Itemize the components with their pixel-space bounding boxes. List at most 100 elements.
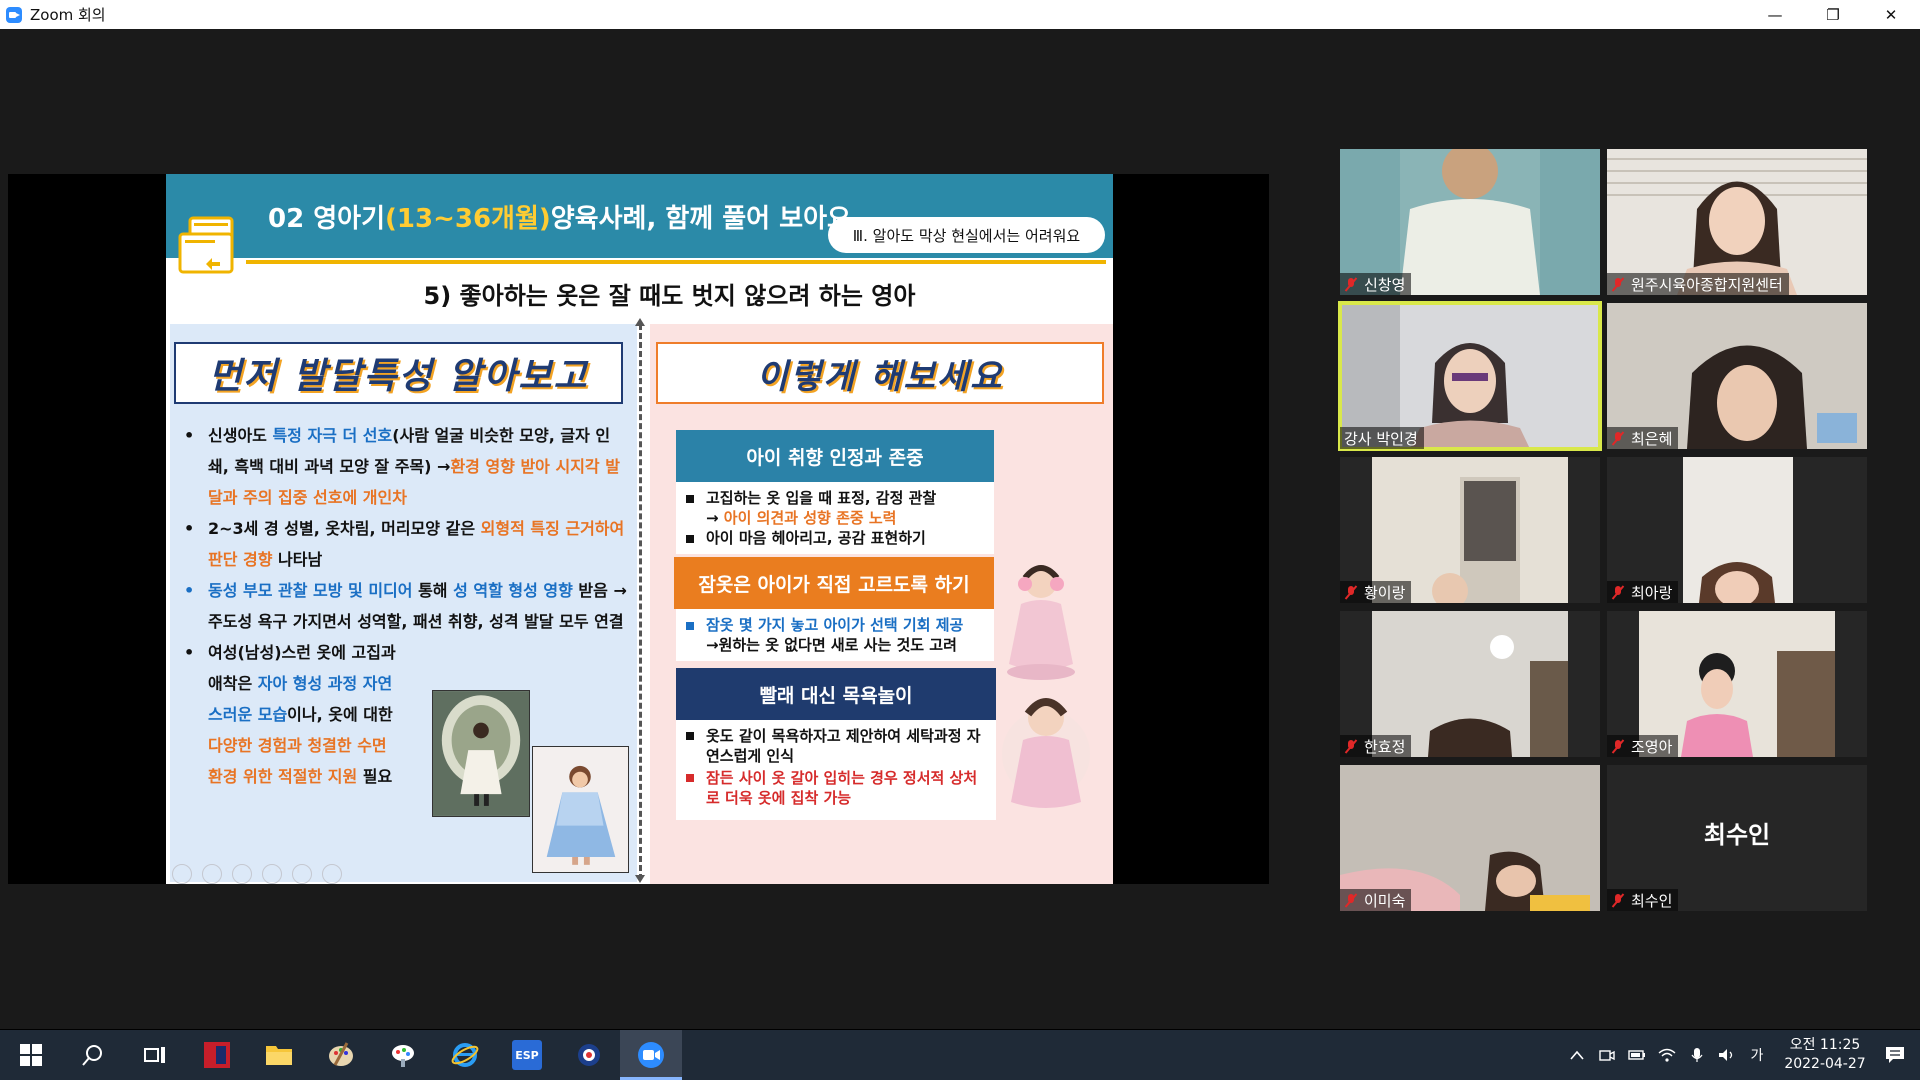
bullet-item: 2~3세 경 성별, 옷차림, 머리모양 같은 외형적 특징 근거하여 판단 경… (180, 513, 630, 575)
taskbar-internet-explorer[interactable] (434, 1030, 496, 1080)
zoom-app-icon (6, 6, 22, 23)
box1-title: 아이 취향 인정과 존중 (676, 430, 994, 482)
participant-name: 최수인 (1607, 889, 1679, 911)
bullet-item: 신생아도 특정 자극 더 선호(사람 얼굴 비슷한 모양, 글자 인쇄, 흑백 … (180, 420, 630, 513)
development-bullets: 신생아도 특정 자극 더 선호(사람 얼굴 비슷한 모양, 글자 인쇄, 흑백 … (180, 420, 630, 792)
clock-date: 2022-04-27 (1784, 1056, 1866, 1072)
participant-name: 신창영 (1340, 273, 1412, 295)
bullet-item: 여성(남성)스런 옷에 고집과 애착은 자아 형성 과정 자연스러운 모습이나,… (180, 637, 400, 792)
wifi-icon[interactable] (1655, 1030, 1679, 1080)
box3-body: 옷도 같이 목욕하자고 제안하여 세탁과정 자연스럽게 인식 잠든 사이 옷 갈… (676, 720, 996, 820)
participant-tile[interactable]: 황이랑 (1340, 457, 1600, 603)
panel-divider (639, 324, 642, 880)
system-tray: 가 오전 11:25 2022-04-27 (1562, 1030, 1920, 1080)
slide-toolbar (172, 864, 342, 884)
shared-slide: 02 영아기(13~36개월)양육사례, 함께 풀어 보아요 Ⅲ. 알아도 막상… (166, 174, 1113, 884)
zoom-slide-icon[interactable] (292, 864, 312, 884)
slides-grid-icon[interactable] (262, 864, 282, 884)
toddler-headphones-illustration (1007, 565, 1075, 680)
participant-name: 황이랑 (1340, 581, 1412, 603)
participant-name: 최아랑 (1607, 581, 1679, 603)
minimize-button[interactable]: — (1746, 0, 1804, 29)
taskbar-file-explorer[interactable] (248, 1030, 310, 1080)
participant-tile[interactable]: 한효정 (1340, 611, 1600, 757)
mic-muted-icon (1611, 585, 1625, 599)
volume-icon[interactable] (1715, 1030, 1739, 1080)
participant-tile[interactable]: 조영아 (1607, 611, 1867, 757)
notification-icon (1886, 1047, 1904, 1063)
mic-muted-icon (1344, 277, 1358, 291)
section-pill: Ⅲ. 알아도 막상 현실에서는 어려워요 (828, 217, 1105, 253)
taskbar-paint3d[interactable] (372, 1030, 434, 1080)
header-divider (246, 260, 1106, 264)
child-dress-photo (432, 690, 530, 817)
taskbar-esp[interactable]: ESP (496, 1030, 558, 1080)
slide-subtitle: 5) 좋아하는 옷은 잘 때도 벗지 않으려 하는 영아 (423, 282, 916, 310)
next-slide-icon[interactable] (202, 864, 222, 884)
left-heading: 먼저 발달특성 알아보고 (174, 342, 623, 404)
window-title: Zoom 회의 (30, 6, 106, 24)
pen-icon[interactable] (232, 864, 252, 884)
start-button[interactable] (0, 1030, 62, 1080)
close-button[interactable]: ✕ (1862, 0, 1920, 29)
taskbar-zoom[interactable] (620, 1030, 682, 1080)
document-app-icon (204, 1042, 230, 1068)
participant-name: 강사 박인경 (1340, 427, 1424, 449)
participant-name: 원주시육아종합지원센터 (1607, 273, 1789, 295)
restore-button[interactable]: ❐ (1804, 0, 1862, 29)
search-button[interactable] (62, 1030, 124, 1080)
app-badge-icon (578, 1044, 600, 1066)
participant-tile[interactable]: 신창영 (1340, 149, 1600, 295)
box1-body: 고집하는 옷 입을 때 표정, 감정 관찰 → 아이 의견과 성향 존중 노력 … (676, 482, 994, 554)
action-center-button[interactable] (1870, 1030, 1920, 1080)
participant-tile[interactable]: 원주시육아종합지원센터 (1607, 149, 1867, 295)
taskbar-clock[interactable]: 오전 11:25 2022-04-27 (1780, 1036, 1870, 1074)
ime-indicator[interactable]: 가 (1745, 1030, 1769, 1080)
slide-header-title: 02 영아기(13~36개월)양육사례, 함께 풀어 보아요 (268, 204, 851, 234)
box2-body: 잠옷 몇 가지 놓고 아이가 선택 기회 제공 →원하는 옷 없다면 새로 사는… (676, 609, 994, 661)
prev-slide-icon[interactable] (172, 864, 192, 884)
clock-time: 오전 11:25 (1789, 1037, 1861, 1053)
taskbar-paint[interactable] (310, 1030, 372, 1080)
box3-title: 빨래 대신 목욕놀이 (676, 668, 996, 720)
bullet-item: 동성 부모 관찰 모방 및 미디어 통해 성 역할 형성 영향 받음 → 주도성… (180, 575, 630, 637)
task-view-button[interactable] (124, 1030, 186, 1080)
window-titlebar: Zoom 회의 — ❐ ✕ (0, 0, 1920, 29)
microphone-icon[interactable] (1685, 1030, 1709, 1080)
taskbar-app-hwp[interactable] (186, 1030, 248, 1080)
zoom-icon (638, 1042, 664, 1068)
palette-icon (329, 1042, 353, 1066)
mic-muted-icon (1344, 585, 1358, 599)
participant-display-name: 최수인 (1703, 821, 1771, 849)
divider-arrow-top (635, 318, 645, 326)
esp-app-icon: ESP (512, 1040, 542, 1070)
show-hidden-icons-chevron-icon[interactable] (1565, 1030, 1589, 1080)
windows-logo-icon (20, 1044, 42, 1066)
meeting-area: 02 영아기(13~36개월)양육사례, 함께 풀어 보아요 Ⅲ. 알아도 막상… (0, 29, 1920, 1029)
more-options-icon[interactable] (322, 864, 342, 884)
participant-name: 조영아 (1607, 735, 1679, 757)
internet-explorer-icon (451, 1043, 479, 1067)
folder-icon (266, 1046, 292, 1065)
participant-name: 이미숙 (1340, 889, 1412, 911)
participant-tile[interactable]: 최수인 최수인 (1607, 765, 1867, 911)
participant-tile[interactable]: 이미숙 (1340, 765, 1600, 911)
task-view-icon (144, 1047, 165, 1063)
search-icon (82, 1045, 102, 1066)
folder-icon (178, 216, 234, 274)
participant-tile-active-speaker[interactable]: 강사 박인경 (1338, 301, 1602, 451)
participant-tile[interactable]: 최은혜 (1607, 303, 1867, 449)
participant-tile[interactable]: 최아랑 (1607, 457, 1867, 603)
taskbar-app-ps[interactable] (558, 1030, 620, 1080)
mic-muted-icon (1611, 739, 1625, 753)
participant-name: 한효정 (1340, 735, 1412, 757)
divider-arrow-bottom (635, 875, 645, 883)
battery-icon[interactable] (1625, 1030, 1649, 1080)
windows-taskbar: ESP 가 오전 11:25 2022-04-27 (0, 1030, 1920, 1080)
box2-title: 잠옷은 아이가 직접 고르도록 하기 (674, 557, 994, 609)
mic-muted-icon (1611, 277, 1625, 291)
meet-now-icon[interactable] (1595, 1030, 1619, 1080)
toddler-pajamas-illustration (1002, 698, 1090, 808)
child-costume-photo (532, 746, 629, 873)
mic-muted-icon (1344, 893, 1358, 907)
